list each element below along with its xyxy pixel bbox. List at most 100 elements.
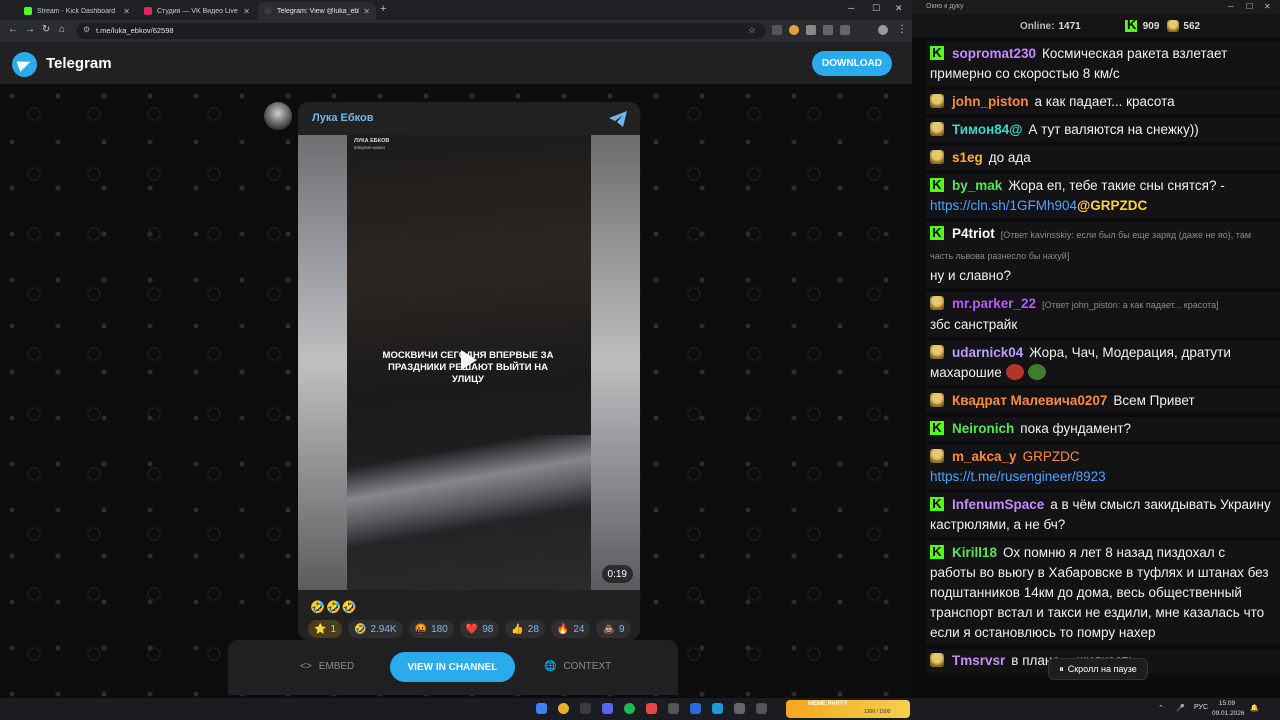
close-tab-icon[interactable]: ✕ xyxy=(363,7,370,16)
tab-strip: Stream - Kick Dashboard ✕ Студия — VK Ви… xyxy=(0,0,912,20)
cup-badge-icon xyxy=(930,393,944,407)
close-tab-icon[interactable]: ✕ xyxy=(243,7,250,16)
channel-name[interactable]: Лука Ебков xyxy=(312,112,374,124)
reaction-thumbs-up[interactable]: 👍 28 xyxy=(505,620,545,638)
home-icon[interactable]: ⌂ xyxy=(59,24,65,35)
reaction-count: 180 xyxy=(431,623,448,635)
reload-icon[interactable]: ↻ xyxy=(42,24,50,35)
close-tab-icon[interactable]: ✕ xyxy=(123,7,130,16)
chat-username[interactable]: john_piston xyxy=(952,94,1029,109)
telegram-brand[interactable]: Telegram xyxy=(46,55,112,72)
forward-icon[interactable]: → xyxy=(25,24,35,35)
bookmark-star-icon[interactable]: ☆ xyxy=(748,25,756,36)
telegram-logo-icon[interactable] xyxy=(12,52,37,77)
play-icon[interactable] xyxy=(461,350,477,370)
chat-username[interactable]: m_akca_y xyxy=(952,449,1017,464)
close-window-icon[interactable]: ✕ xyxy=(1264,2,1271,11)
spotify-icon[interactable] xyxy=(624,703,635,714)
chat-mention[interactable]: @GRPZDC xyxy=(1077,198,1147,213)
tab-telegram[interactable]: Telegram: View @luka_ebkov ✕ xyxy=(258,2,376,20)
embed-button[interactable]: <> EMBED xyxy=(300,661,354,672)
language-indicator[interactable]: РУС xyxy=(1194,704,1208,711)
mic-icon[interactable]: 🎤 xyxy=(1176,704,1185,712)
extensions-puzzle-icon[interactable] xyxy=(823,25,833,35)
extension-icon[interactable] xyxy=(789,25,799,35)
chat-username[interactable]: s1eg xyxy=(952,150,983,165)
minimize-icon[interactable]: ─ xyxy=(1228,2,1234,11)
code-brackets-icon: <> xyxy=(300,661,312,672)
kick-badge-icon xyxy=(930,223,944,243)
kick-badge-icon xyxy=(930,494,944,514)
site-info-icon[interactable]: ⚙ xyxy=(83,25,90,34)
reaction-count: 1 xyxy=(330,623,337,635)
extension-icon[interactable] xyxy=(772,25,782,35)
reaction-star[interactable]: ⭐ 1 xyxy=(308,620,343,638)
chat-username[interactable]: Tmsrvsr xyxy=(952,653,1005,668)
discord-icon[interactable] xyxy=(602,703,613,714)
chat-username[interactable]: Квадрат Малевича0207 xyxy=(952,393,1107,408)
meme-party-progress: 1306 / 1500 xyxy=(864,709,891,715)
chat-username[interactable]: sopromat230 xyxy=(952,46,1036,61)
maximize-icon[interactable]: ☐ xyxy=(872,3,880,14)
app-icon[interactable] xyxy=(756,703,767,714)
chat-link[interactable]: https://t.me/rusengineer/8923 xyxy=(930,469,1106,484)
chat-message: by_makЖора еп, тебе такие сны снятся? - … xyxy=(926,174,1280,218)
reaction-heart[interactable]: ❤️ 98 xyxy=(459,620,500,638)
reaction-count: 9 xyxy=(618,623,625,635)
system-clock[interactable]: 15:09 09.01.2026 xyxy=(1212,699,1245,719)
reaction-angry[interactable]: 🤬 180 xyxy=(408,620,454,638)
back-icon[interactable]: ← xyxy=(8,24,18,35)
chat-username[interactable]: Kirill18 xyxy=(952,545,997,560)
start-windows-icon[interactable] xyxy=(536,703,547,714)
tab-kick-dashboard[interactable]: Stream - Kick Dashboard ✕ xyxy=(18,2,136,20)
tray-up-arrow-icon[interactable]: ⌃ xyxy=(1158,704,1164,712)
extension-icon[interactable] xyxy=(806,25,816,35)
telegram-app-icon[interactable] xyxy=(712,703,723,714)
video-watermark-title: ЛУКА ЕБКОВ xyxy=(354,138,390,144)
meme-party-widget[interactable]: МЕМЕ PARTY 1306 / 1500 xyxy=(786,700,910,718)
scroll-paused-indicator[interactable]: ⏸ Скролл на паузе xyxy=(1048,658,1148,680)
chat-reply-quote: [Ответ john_piston: а как падает... крас… xyxy=(1042,300,1219,310)
tab-vk-studio[interactable]: Студия — VK Видео Live ✕ xyxy=(138,2,256,20)
chat-message: udarnick04 Жора, Чач, Модерация, дратути … xyxy=(926,341,1280,385)
notification-icon[interactable]: 🔔 xyxy=(1250,704,1259,712)
kick-favicon-icon xyxy=(24,7,32,15)
reaction-fire[interactable]: 🔥 24 xyxy=(550,620,591,638)
channel-avatar[interactable] xyxy=(264,102,292,130)
view-in-channel-button[interactable]: VIEW IN CHANNEL xyxy=(390,652,515,682)
close-window-icon[interactable]: ✕ xyxy=(895,3,903,14)
chat-username[interactable]: P4triot xyxy=(952,226,995,241)
chat-username[interactable]: udarnick04 xyxy=(952,345,1023,360)
reaction-rofl[interactable]: 🤣 2.94K xyxy=(348,620,403,638)
chat-message: sopromat230Космическая ракета взлетает п… xyxy=(926,42,1280,86)
chat-link[interactable]: https://cln.sh/1GFMh904 xyxy=(930,198,1077,213)
chat-username[interactable]: by_mak xyxy=(952,178,1002,193)
app-icon[interactable] xyxy=(734,703,745,714)
download-button[interactable]: DOWNLOAD xyxy=(812,51,892,76)
cup-badge-icon xyxy=(930,345,944,359)
address-bar[interactable]: ⚙ t.me/luka_ebkov/62598 ☆ xyxy=(76,23,766,39)
reaction-poop[interactable]: 💩 9 xyxy=(596,620,631,638)
video-snow xyxy=(347,435,591,555)
video-player[interactable]: ЛУКА ЕБКОВ telegram-канал МОСКВИЧИ СЕГОД… xyxy=(298,135,640,590)
chat-message-list[interactable]: sopromat230Космическая ракета взлетает п… xyxy=(926,42,1280,698)
post-bottom-bar: <> EMBED VIEW IN CHANNEL 🌐 CONTEXT xyxy=(228,640,678,695)
chat-username[interactable]: Neironich xyxy=(952,421,1014,436)
context-button[interactable]: 🌐 CONTEXT xyxy=(544,661,611,672)
side-panel-icon[interactable] xyxy=(840,25,850,35)
chat-username[interactable]: Тимон84@ xyxy=(952,122,1022,137)
kick-badge-icon xyxy=(930,175,944,195)
telegram-share-icon[interactable] xyxy=(608,110,628,128)
minimize-icon[interactable]: ─ xyxy=(848,3,854,13)
chat-username[interactable]: InfenumSpace xyxy=(952,497,1044,512)
app-icon[interactable] xyxy=(690,703,701,714)
chat-username[interactable]: mr.parker_22 xyxy=(952,296,1036,311)
explorer-icon[interactable] xyxy=(580,703,591,714)
profile-avatar-icon[interactable] xyxy=(878,25,888,35)
app-icon[interactable] xyxy=(646,703,657,714)
maximize-icon[interactable]: ☐ xyxy=(1246,2,1253,11)
new-tab-icon[interactable]: + xyxy=(380,3,386,15)
menu-kebab-icon[interactable]: ⋮ xyxy=(897,24,907,35)
app-icon[interactable] xyxy=(668,703,679,714)
chrome-icon[interactable] xyxy=(558,703,569,714)
